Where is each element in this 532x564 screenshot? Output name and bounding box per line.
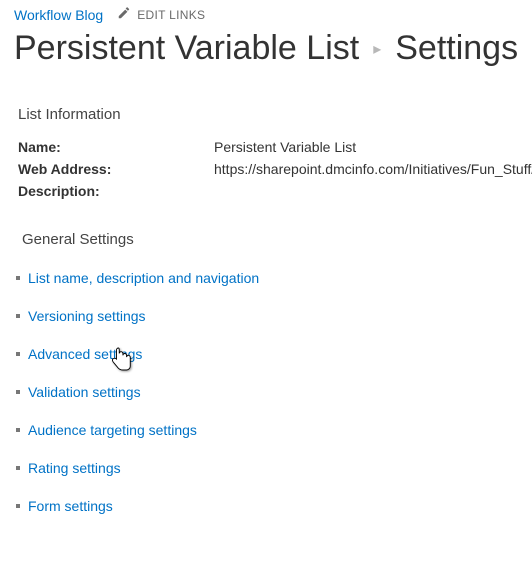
info-value: https://sharepoint.dmcinfo.com/Initiativ… (214, 161, 532, 177)
site-link[interactable]: Workflow Blog (14, 7, 103, 23)
link-form-settings[interactable]: Form settings (28, 498, 113, 514)
list-item: List name, description and navigation (28, 270, 518, 286)
pencil-icon (117, 6, 131, 23)
info-label: Description: (18, 183, 214, 199)
info-row-description: Description: (18, 183, 518, 199)
general-settings-list: List name, description and navigation Ve… (0, 256, 532, 540)
chevron-right-icon: ▸ (373, 39, 381, 59)
page-title: Persistent Variable List ▸ Settings (0, 25, 532, 78)
link-audience-targeting-settings[interactable]: Audience targeting settings (28, 422, 197, 438)
list-item: Audience targeting settings (28, 422, 518, 438)
list-item: Advanced settings (28, 346, 518, 362)
list-item: Form settings (28, 498, 518, 514)
link-list-name-desc-nav[interactable]: List name, description and navigation (28, 270, 259, 286)
title-main: Persistent Variable List (14, 29, 359, 68)
general-settings-heading: General Settings (0, 209, 532, 256)
link-advanced-settings[interactable]: Advanced settings (28, 346, 142, 362)
info-value: Persistent Variable List (214, 139, 356, 155)
title-sub: Settings (395, 29, 518, 68)
list-item: Validation settings (28, 384, 518, 400)
link-versioning-settings[interactable]: Versioning settings (28, 308, 146, 324)
info-label: Web Address: (18, 161, 214, 177)
edit-links-button[interactable]: EDIT LINKS (117, 6, 205, 23)
list-item: Rating settings (28, 460, 518, 476)
list-information-table: Name: Persistent Variable List Web Addre… (0, 131, 532, 209)
info-row-web-address: Web Address: https://sharepoint.dmcinfo.… (18, 161, 518, 177)
info-label: Name: (18, 139, 214, 155)
list-information-heading: List Information (0, 78, 532, 131)
link-rating-settings[interactable]: Rating settings (28, 460, 121, 476)
top-bar: Workflow Blog EDIT LINKS (0, 0, 532, 25)
info-row-name: Name: Persistent Variable List (18, 139, 518, 155)
list-item: Versioning settings (28, 308, 518, 324)
edit-links-label: EDIT LINKS (137, 8, 205, 22)
link-validation-settings[interactable]: Validation settings (28, 384, 141, 400)
